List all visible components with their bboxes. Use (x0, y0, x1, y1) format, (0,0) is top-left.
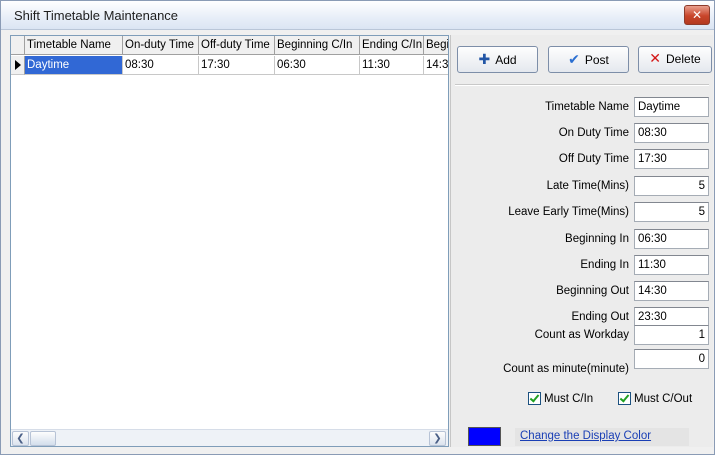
close-button[interactable]: ✕ (684, 5, 710, 25)
count-as-workday-label: Count as Workday (534, 329, 629, 341)
leave-early-time-label: Leave Early Time(Mins) (508, 206, 629, 218)
count-as-workday-field[interactable]: 1 (634, 325, 709, 345)
title-bar: Shift Timetable Maintenance ✕ (1, 1, 714, 30)
row-indicator (11, 56, 25, 75)
off-duty-time-field[interactable]: 17:30 (634, 149, 709, 169)
shift-timetable-window: Shift Timetable Maintenance ✕ Timetable … (0, 0, 715, 455)
ending-out-field[interactable]: 23:30 (634, 307, 709, 327)
beginning-in-field[interactable]: 06:30 (634, 229, 709, 249)
cell-timetable-name[interactable]: Daytime (25, 56, 123, 75)
change-display-color-link[interactable]: Change the Display Color (520, 430, 651, 442)
delete-button[interactable]: ✕ Delete (638, 46, 712, 73)
post-button[interactable]: ✔ Post (548, 46, 629, 73)
on-duty-time-label: On Duty Time (558, 127, 629, 139)
current-row-arrow-icon (15, 60, 21, 70)
chevron-left-icon: ❮ (16, 433, 25, 444)
scroll-thumb[interactable] (30, 431, 56, 446)
add-button[interactable]: ✚ Add (457, 46, 538, 73)
column-header-timetable-name[interactable]: Timetable Name (25, 36, 123, 55)
column-header-ending-cin[interactable]: Ending C/In (360, 36, 424, 55)
row-indicator-header (11, 36, 25, 55)
on-duty-time-field[interactable]: 08:30 (634, 123, 709, 143)
timetable-grid[interactable]: Timetable Name On-duty Time Off-duty Tim… (10, 35, 449, 447)
grid-header: Timetable Name On-duty Time Off-duty Tim… (11, 36, 448, 56)
column-header-beginning-cin[interactable]: Beginning C/In (275, 36, 360, 55)
column-header-off-duty-time[interactable]: Off-duty Time (199, 36, 275, 55)
cell-on-duty-time[interactable]: 08:30 (123, 56, 199, 75)
scroll-right-button[interactable]: ❯ (429, 431, 446, 446)
leave-early-time-field[interactable]: 5 (634, 202, 709, 222)
checkbox-check-icon (528, 392, 541, 405)
delete-button-label: Delete (666, 52, 701, 66)
must-cin-checkbox[interactable]: Must C/In (528, 392, 593, 405)
checkbox-check-icon (618, 392, 631, 405)
column-header-on-duty-time[interactable]: On-duty Time (123, 36, 199, 55)
post-button-label: Post (584, 53, 609, 67)
count-as-minute-field[interactable]: 0 (634, 349, 709, 369)
cell-off-duty-time[interactable]: 17:30 (199, 56, 275, 75)
cell-beginning-cin[interactable]: 06:30 (275, 56, 360, 75)
scroll-left-button[interactable]: ❮ (12, 431, 29, 446)
beginning-out-label: Beginning Out (556, 285, 629, 297)
must-cout-label: Must C/Out (634, 392, 693, 405)
beginning-in-label: Beginning In (565, 233, 629, 245)
horizontal-scrollbar[interactable]: ❮ ❯ (11, 429, 448, 446)
timetable-name-label: Timetable Name (545, 101, 629, 113)
chevron-right-icon: ❯ (433, 433, 442, 444)
ending-in-field[interactable]: 11:30 (634, 255, 709, 275)
late-time-label: Late Time(Mins) (546, 180, 629, 192)
count-as-minute-label: Count as minute(minute) (503, 363, 629, 375)
cell-begin[interactable]: 14:30 (424, 56, 448, 75)
check-icon: ✔ (568, 51, 580, 67)
off-duty-time-label: Off Duty Time (558, 153, 629, 165)
x-icon: ✕ (649, 51, 662, 67)
beginning-out-field[interactable]: 14:30 (634, 281, 709, 301)
toolbar-divider (455, 84, 709, 86)
display-color-swatch[interactable] (468, 427, 501, 446)
ending-out-label: Ending Out (571, 311, 629, 323)
late-time-field[interactable]: 5 (634, 176, 709, 196)
column-header-begin[interactable]: Begin (424, 36, 448, 55)
must-cin-label: Must C/In (544, 392, 594, 405)
window-title: Shift Timetable Maintenance (14, 8, 179, 23)
cell-ending-cin[interactable]: 11:30 (360, 56, 424, 75)
table-row[interactable]: Daytime 08:30 17:30 06:30 11:30 14:30 (11, 56, 448, 75)
ending-in-label: Ending In (580, 259, 629, 271)
details-panel: ✚ Add ✔ Post ✕ Delete Timetable Name Daytim… (450, 35, 713, 447)
timetable-name-field[interactable]: Daytime (634, 97, 709, 117)
close-icon: ✕ (691, 8, 703, 22)
plus-icon: ✚ (478, 51, 491, 67)
must-cout-checkbox[interactable]: Must C/Out (618, 392, 692, 405)
add-button-label: Add (495, 53, 517, 67)
